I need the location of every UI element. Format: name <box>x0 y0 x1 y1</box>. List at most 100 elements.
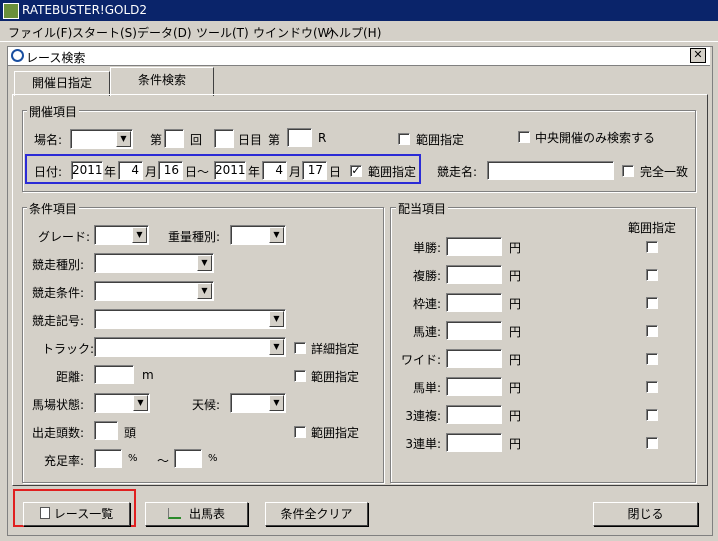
menu-data[interactable]: データ(D) <box>137 24 192 41</box>
weight-type-select[interactable]: ▼ <box>230 225 286 245</box>
race-list-button[interactable]: レース一覧 <box>23 502 130 526</box>
race-sign-label: 競走記号: <box>32 314 85 328</box>
yen-label: 円 <box>509 409 522 423</box>
kaisai-legend: 開催項目 <box>27 103 80 120</box>
race-type-select[interactable]: ▼ <box>94 253 214 273</box>
payout-input[interactable] <box>446 405 502 424</box>
chevron-down-icon[interactable]: ▼ <box>132 227 147 243</box>
chart-icon <box>167 508 181 519</box>
payout-range-checkbox[interactable] <box>646 353 658 365</box>
payout-label: 3連単: <box>405 437 441 451</box>
race-cond-select[interactable]: ▼ <box>94 281 214 301</box>
entries-button[interactable]: 出馬表 <box>145 502 248 526</box>
app-icon <box>3 3 19 19</box>
clear-all-button[interactable]: 条件全クリア <box>265 502 368 526</box>
going-select[interactable]: ▼ <box>94 393 150 413</box>
race-name-input[interactable] <box>487 161 614 180</box>
runners-label: 出走頭数: <box>32 426 85 440</box>
distance-input[interactable] <box>94 365 134 384</box>
entries-label: 出馬表 <box>188 507 225 521</box>
payout-input[interactable] <box>446 321 502 340</box>
exact-match-label: 完全一致 <box>640 165 689 179</box>
menu-file[interactable]: ファイル(F) <box>8 24 72 41</box>
kai-label: 回 <box>190 133 203 147</box>
race-sign-select[interactable]: ▼ <box>94 309 286 329</box>
child-title-bar: レース検索 ✕ <box>8 47 710 66</box>
chevron-down-icon[interactable]: ▼ <box>269 395 284 411</box>
chevron-down-icon[interactable]: ▼ <box>269 227 284 243</box>
fill-rate-to-input[interactable] <box>174 449 202 468</box>
payout-input[interactable] <box>446 433 502 452</box>
from-year-input[interactable]: 2011 <box>71 161 103 180</box>
payout-range-checkbox[interactable] <box>646 241 658 253</box>
payout-range-checkbox[interactable] <box>646 269 658 281</box>
payout-range-header: 範囲指定 <box>628 221 677 235</box>
chevron-down-icon[interactable]: ▼ <box>269 311 284 327</box>
track-detail-checkbox[interactable] <box>294 342 306 354</box>
yen-label: 円 <box>509 325 522 339</box>
from-month-label: 月 <box>145 165 158 179</box>
runners-range-checkbox[interactable] <box>294 426 306 438</box>
fill-rate-label: 充足率: <box>44 454 85 468</box>
distance-range-checkbox[interactable] <box>294 370 306 382</box>
fill-rate-from-input[interactable] <box>94 449 122 468</box>
race-name-label: 競走名: <box>437 165 478 179</box>
payout-input[interactable] <box>446 265 502 284</box>
yen-label: 円 <box>509 241 522 255</box>
kai-input[interactable] <box>164 129 184 148</box>
race-type-label: 競走種別: <box>32 258 85 272</box>
chevron-down-icon[interactable]: ▼ <box>197 283 212 299</box>
chevron-down-icon[interactable]: ▼ <box>197 255 212 271</box>
central-only-label: 中央開催のみ検索する <box>535 131 656 145</box>
payout-label: 3連複: <box>405 409 441 423</box>
from-day-input[interactable]: 16 <box>158 161 183 180</box>
tab-date[interactable]: 開催日指定 <box>14 71 110 96</box>
payout-range-checkbox[interactable] <box>646 297 658 309</box>
weather-select[interactable]: ▼ <box>230 393 286 413</box>
date-range-checkbox[interactable]: ✓ <box>350 165 362 177</box>
payout-range-checkbox[interactable] <box>646 381 658 393</box>
menu-tools[interactable]: ツール(T) <box>196 24 249 41</box>
place-range-checkbox[interactable] <box>398 133 410 145</box>
app-title-bar: RATEBUSTER!GOLD2 <box>0 0 718 21</box>
payout-input[interactable] <box>446 237 502 256</box>
menu-start[interactable]: スタート(S) <box>72 24 137 41</box>
payout-input[interactable] <box>446 377 502 396</box>
runners-input[interactable] <box>94 421 118 440</box>
to-day-input[interactable]: 17 <box>302 161 327 180</box>
payout-label: 枠連: <box>412 297 441 311</box>
yen-label: 円 <box>509 269 522 283</box>
payout-range-checkbox[interactable] <box>646 325 658 337</box>
close-button[interactable]: 閉じる <box>593 502 698 526</box>
grade-label: グレード: <box>38 230 91 244</box>
central-only-checkbox[interactable] <box>518 131 530 143</box>
close-icon[interactable]: ✕ <box>690 48 706 63</box>
tou-label: 頭 <box>124 426 137 440</box>
menu-window[interactable]: ウインドウ(W) <box>253 24 334 41</box>
nichime-input[interactable] <box>214 129 234 148</box>
chevron-down-icon[interactable]: ▼ <box>269 339 284 355</box>
from-month-input[interactable]: 4 <box>118 161 143 180</box>
payout-range-checkbox[interactable] <box>646 437 658 449</box>
tab-conditions[interactable]: 条件検索 <box>110 67 214 96</box>
chevron-down-icon[interactable]: ▼ <box>133 395 148 411</box>
to-month-input[interactable]: 4 <box>262 161 287 180</box>
payout-range-checkbox[interactable] <box>646 409 658 421</box>
yen-label: 円 <box>509 297 522 311</box>
race-no-input[interactable] <box>287 128 312 147</box>
chevron-down-icon[interactable]: ▼ <box>116 131 131 147</box>
place-select[interactable]: ▼ <box>70 129 133 149</box>
exact-match-checkbox[interactable] <box>622 165 634 177</box>
menu-help[interactable]: ヘルプ(H) <box>327 24 381 41</box>
track-select[interactable]: ▼ <box>94 337 286 357</box>
yen-label: 円 <box>509 381 522 395</box>
race-list-label: レース一覧 <box>53 507 114 521</box>
weight-type-label: 重量種別: <box>168 230 221 244</box>
payout-input[interactable] <box>446 349 502 368</box>
weather-label: 天候: <box>192 398 221 412</box>
to-year-input[interactable]: 2011 <box>214 161 246 180</box>
grade-select[interactable]: ▼ <box>94 225 149 245</box>
conditions-legend: 条件項目 <box>27 200 80 217</box>
nichime-label: 日目 <box>238 133 263 147</box>
payout-input[interactable] <box>446 293 502 312</box>
